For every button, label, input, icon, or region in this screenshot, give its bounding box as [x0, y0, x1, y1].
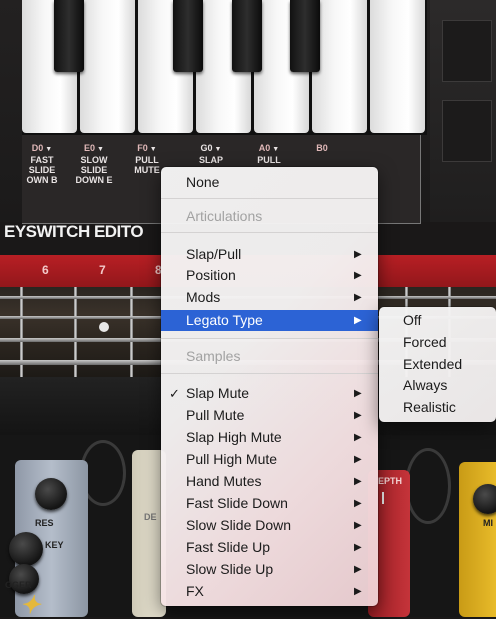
menu-item-mods[interactable]: Mods ▶ — [161, 287, 378, 308]
menu-separator — [161, 232, 378, 233]
pedal-label: GGER — [5, 580, 32, 590]
fret-number: 7 — [99, 263, 106, 277]
checkmark-icon: ✓ — [169, 386, 180, 401]
pedal-knob[interactable] — [35, 478, 67, 510]
menu-item-fast-slide-down[interactable]: Fast Slide Down ▶ — [161, 493, 378, 514]
articulation-context-menu: None Articulations Slap/Pull ▶ Position … — [161, 167, 378, 606]
submenu-item-forced[interactable]: Forced — [379, 332, 496, 353]
submenu-item-off[interactable]: Off — [379, 310, 496, 331]
brand-logo: ✦ — [20, 590, 41, 619]
legato-type-submenu: Off Forced Extended Always Realistic — [379, 307, 496, 422]
fret-inlay-dot — [99, 322, 109, 332]
pedal-knob[interactable] — [9, 532, 43, 566]
yellow-pedal: MI — [459, 462, 496, 617]
menu-separator — [161, 373, 378, 374]
pedal-label: MI — [483, 518, 493, 528]
menu-separator — [161, 338, 378, 339]
piano-white-key[interactable] — [370, 0, 425, 133]
menu-header-articulations: Articulations — [186, 208, 263, 224]
menu-item-slap-mute[interactable]: ✓ Slap Mute ▶ — [161, 383, 378, 404]
side-panel — [430, 0, 496, 222]
submenu-arrow-icon: ▶ — [354, 586, 362, 597]
submenu-arrow-icon: ▶ — [354, 249, 362, 260]
piano-keyboard — [22, 0, 427, 135]
menu-item-fx[interactable]: FX ▶ — [161, 581, 378, 602]
menu-header-samples: Samples — [186, 348, 241, 364]
piano-black-key[interactable] — [173, 0, 203, 72]
pedal-label: RES — [35, 518, 54, 528]
menu-item-hand-mutes[interactable]: Hand Mutes ▶ — [161, 471, 378, 492]
submenu-arrow-icon: ▶ — [354, 542, 362, 553]
piano-black-key[interactable] — [290, 0, 320, 72]
submenu-arrow-icon: ▶ — [354, 292, 362, 303]
keyswitch-editor-title: EYSWITCH EDITO — [4, 222, 144, 241]
submenu-arrow-icon: ▶ — [354, 315, 362, 326]
submenu-arrow-icon: ▶ — [354, 270, 362, 281]
piano-white-key[interactable] — [312, 0, 367, 133]
menu-item-slap-pull[interactable]: Slap/Pull ▶ — [161, 244, 378, 265]
side-slot — [442, 20, 492, 82]
keyswitch-column[interactable]: D0 ▼ FAST SLIDE OWN B — [20, 143, 64, 185]
pedal-knob[interactable] — [473, 484, 496, 514]
piano-black-key[interactable] — [232, 0, 262, 72]
menu-separator — [161, 198, 378, 199]
menu-item-pull-high-mute[interactable]: Pull High Mute ▶ — [161, 449, 378, 470]
menu-item-none[interactable]: None — [161, 172, 378, 193]
submenu-arrow-icon: ▶ — [354, 476, 362, 487]
pedal-cable — [405, 448, 451, 524]
submenu-item-realistic[interactable]: Realistic — [379, 397, 496, 418]
submenu-arrow-icon: ▶ — [354, 498, 362, 509]
submenu-arrow-icon: ▶ — [354, 454, 362, 465]
pedal-label: KEY — [45, 540, 64, 550]
submenu-item-always[interactable]: Always — [379, 375, 496, 396]
menu-item-slow-slide-up[interactable]: Slow Slide Up ▶ — [161, 559, 378, 580]
pedal-label: EPTH — [378, 476, 403, 486]
keyswitch-column[interactable]: B0 — [310, 143, 334, 153]
side-slot — [442, 100, 492, 162]
keyswitch-column[interactable]: A0 ▼ PULL — [249, 143, 289, 165]
menu-item-fast-slide-up[interactable]: Fast Slide Up ▶ — [161, 537, 378, 558]
piano-black-key[interactable] — [54, 0, 84, 72]
piano-white-key[interactable] — [80, 0, 135, 133]
submenu-arrow-icon: ▶ — [354, 432, 362, 443]
menu-item-position[interactable]: Position ▶ — [161, 265, 378, 286]
pedal-label: DE — [144, 512, 157, 522]
menu-item-pull-mute[interactable]: Pull Mute ▶ — [161, 405, 378, 426]
submenu-item-extended[interactable]: Extended — [379, 354, 496, 375]
keyswitch-column[interactable]: E0 ▼ SLOW SLIDE DOWN E — [72, 143, 116, 185]
submenu-arrow-icon: ▶ — [354, 520, 362, 531]
pedal-indicator — [382, 492, 384, 504]
submenu-arrow-icon: ▶ — [354, 410, 362, 421]
submenu-arrow-icon: ▶ — [354, 564, 362, 575]
menu-item-slap-high-mute[interactable]: Slap High Mute ▶ — [161, 427, 378, 448]
keyswitch-column[interactable]: G0 ▼ SLAP — [191, 143, 231, 165]
menu-item-slow-slide-down[interactable]: Slow Slide Down ▶ — [161, 515, 378, 536]
menu-item-legato-type[interactable]: Legato Type ▶ — [161, 310, 378, 331]
submenu-arrow-icon: ▶ — [354, 388, 362, 399]
fret-number: 6 — [42, 263, 49, 277]
